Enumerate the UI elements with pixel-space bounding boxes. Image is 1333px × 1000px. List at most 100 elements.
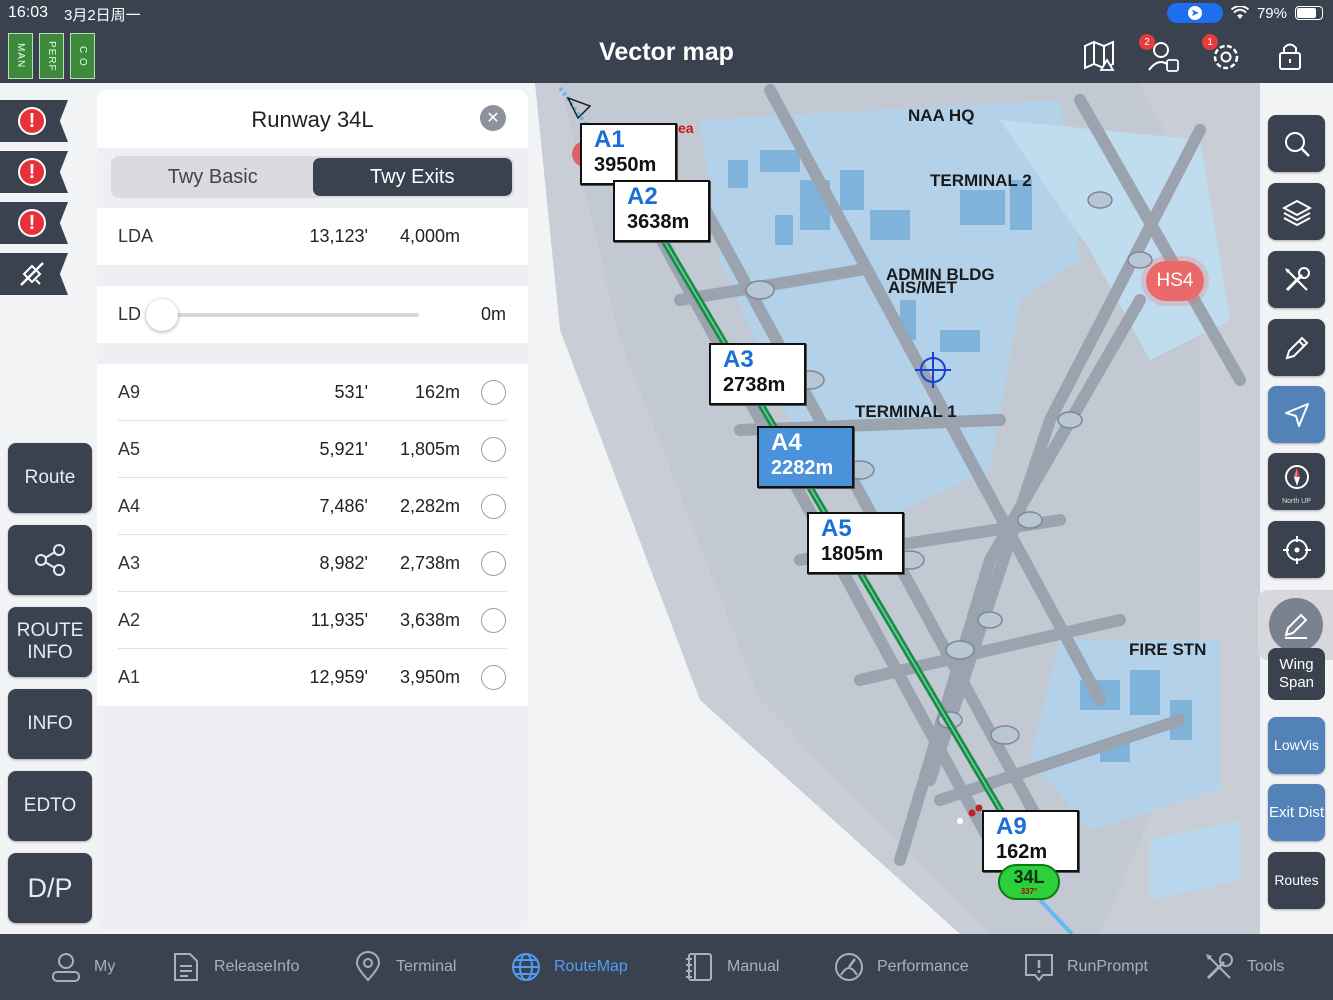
info-button[interactable]: INFO	[8, 689, 92, 759]
ld-slider-track[interactable]	[161, 313, 419, 317]
tab-performance[interactable]: Performance	[833, 951, 969, 983]
lowvis-button[interactable]: LowVis	[1268, 717, 1325, 774]
tab-runprompt[interactable]: RunPrompt	[1023, 951, 1148, 983]
exit-radio[interactable]	[481, 494, 506, 519]
navigate-button[interactable]	[1268, 386, 1325, 443]
panel-title: Runway 34L	[251, 107, 374, 132]
exit-row-a3[interactable]: A3 8,982' 2,738m	[97, 535, 528, 592]
exit-feet: 12,959'	[309, 667, 369, 687]
battery-icon	[1295, 6, 1323, 20]
tools-map-button[interactable]	[1268, 251, 1325, 308]
tab-releaseinfo[interactable]: ReleaseInfo	[170, 951, 299, 983]
tab-terminal[interactable]: Terminal	[352, 951, 456, 983]
exit-box-dist: 2282m	[771, 457, 834, 479]
crew-badge: 2	[1139, 34, 1155, 50]
segment-control-wrap: Twy Basic Twy Exits	[97, 148, 528, 208]
exit-radio[interactable]	[481, 551, 506, 576]
exit-box-a5[interactable]: A5 1805m	[807, 512, 904, 574]
exit-name: A2	[118, 610, 141, 630]
location-pill: ➤	[1166, 3, 1223, 23]
wing-span-button[interactable]: Wing Span	[1268, 648, 1325, 700]
label-area: ea	[678, 120, 694, 136]
runway-name: 34L	[1013, 867, 1045, 887]
dp-button[interactable]: D/P	[8, 853, 92, 923]
label-terminal-2: TERMINAL 2	[930, 171, 1032, 190]
tools-icon	[1206, 953, 1233, 980]
ld-slider-handle[interactable]	[146, 299, 178, 331]
exit-name: A4	[118, 496, 141, 516]
exit-feet: 531'	[334, 382, 368, 402]
header-bar: 16:03 3月2日周一 ➤ 79% MAN PERF C O Vector m…	[0, 0, 1333, 83]
alert-flag-2[interactable]: !	[0, 151, 68, 193]
navigation-icon: ➤	[1187, 6, 1202, 20]
exit-row-a5[interactable]: A5 5,921' 1,805m	[97, 421, 528, 478]
label-terminal-1: TERMINAL 1	[855, 402, 957, 421]
exit-radio[interactable]	[481, 437, 506, 462]
tab-routemap[interactable]: RouteMap	[510, 951, 628, 983]
lock-button[interactable]	[1272, 38, 1308, 74]
bottom-tab-bar: My ReleaseInfo Terminal RouteMap Manual …	[0, 934, 1333, 1000]
tab-manual[interactable]: Manual	[683, 951, 779, 983]
exit-row-a1[interactable]: A1 12,959' 3,950m	[97, 649, 528, 706]
alert-flag-1[interactable]: !	[0, 100, 68, 142]
crew-button[interactable]: 2	[1139, 34, 1181, 74]
location-pin-icon	[355, 951, 381, 982]
routes-button[interactable]: Routes	[1268, 852, 1325, 909]
route-button[interactable]: Route	[8, 443, 92, 513]
tab-tools[interactable]: Tools	[1203, 951, 1284, 983]
recenter-button[interactable]	[1268, 521, 1325, 578]
satellite-flag[interactable]	[0, 253, 68, 295]
exit-box-a3[interactable]: A3 2738m	[709, 343, 806, 405]
exit-radio[interactable]	[481, 608, 506, 633]
lock-icon	[1279, 43, 1301, 70]
tab-my[interactable]: My	[50, 951, 115, 983]
exit-box-a4[interactable]: A4 2282m	[757, 426, 854, 488]
alert-flag-3[interactable]: !	[0, 202, 68, 244]
exit-meters: 162m	[414, 382, 460, 402]
route-info-button[interactable]: ROUTE INFO	[8, 607, 92, 677]
close-button[interactable]: ✕	[480, 105, 506, 131]
share-button[interactable]	[8, 525, 92, 595]
exit-meters: 1,805m	[399, 439, 460, 459]
exit-meters: 2,738m	[399, 553, 460, 573]
exit-box-name: A4	[771, 429, 802, 456]
exit-box-a9[interactable]: A9 162m	[982, 810, 1079, 872]
tab-twy-basic[interactable]: Twy Basic	[113, 158, 313, 196]
exit-row-a2[interactable]: A2 11,935' 3,638m	[97, 592, 528, 649]
exit-row-a9[interactable]: A9 531' 162m	[97, 364, 528, 421]
search-button[interactable]	[1268, 115, 1325, 172]
exit-row-a4[interactable]: A4 7,486' 2,282m	[97, 478, 528, 535]
panel-header: Runway 34L ✕	[97, 90, 528, 148]
tab-twy-exits[interactable]: Twy Exits	[312, 158, 512, 196]
alert-box-icon	[1025, 954, 1053, 982]
label-ais-met: AIS/MET	[888, 278, 957, 297]
person-icon	[52, 953, 80, 982]
exit-feet: 8,982'	[319, 553, 368, 573]
north-up-button[interactable]: North UP	[1268, 453, 1325, 510]
exit-box-dist: 2738m	[723, 374, 786, 396]
draw-button[interactable]	[1268, 319, 1325, 376]
exclamation-icon: !	[18, 209, 46, 237]
edto-button[interactable]: EDTO	[8, 771, 92, 841]
exit-radio[interactable]	[481, 665, 506, 690]
runway-34l-badge[interactable]: 34L 337°	[998, 864, 1060, 900]
ld-row: LD 0m	[97, 286, 528, 343]
hotspot-hs4[interactable]: HS4	[1146, 261, 1204, 301]
exit-box-dist: 162m	[996, 841, 1048, 863]
book-icon	[686, 953, 712, 981]
exit-box-a1[interactable]: A1 3950m	[580, 123, 677, 185]
exit-dist-button[interactable]: Exit Dist	[1268, 784, 1325, 841]
settings-badge: 1	[1202, 34, 1218, 50]
exit-box-name: A9	[996, 813, 1027, 840]
wing-span-pencil-icon	[1268, 598, 1323, 652]
map-warning-button[interactable]	[1082, 38, 1118, 74]
exit-box-a2[interactable]: A2 3638m	[613, 180, 710, 242]
exit-radio[interactable]	[481, 380, 506, 405]
layers-button[interactable]	[1268, 183, 1325, 240]
exit-feet: 11,935'	[310, 610, 368, 630]
gauge-icon	[835, 953, 863, 981]
wing-span-control[interactable]: Wing Span	[1258, 590, 1333, 710]
tab-label: My	[94, 958, 116, 975]
settings-button[interactable]: 1	[1202, 34, 1244, 74]
share-icon	[35, 544, 65, 576]
